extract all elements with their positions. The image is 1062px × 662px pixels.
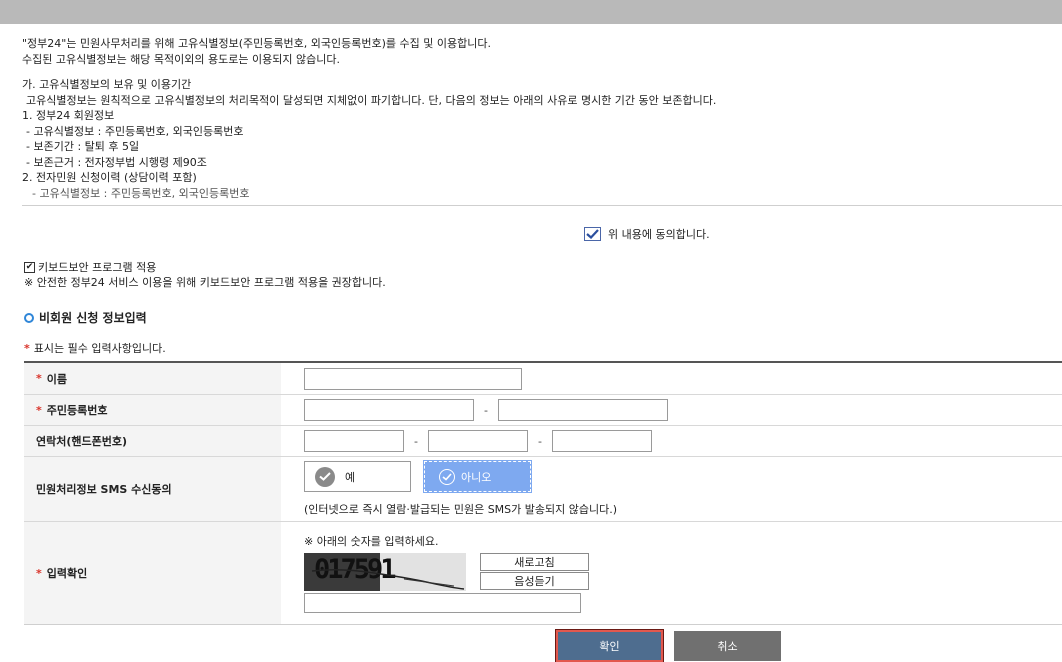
dash: -	[537, 434, 542, 448]
rrn-back-input[interactable]	[497, 399, 668, 421]
terms-line: "정부24"는 민원사무처리를 위해 고유식별정보(주민등록번호, 외국인등록번…	[22, 37, 491, 50]
terms-line: - 고유식별정보 : 주민등록번호, 외국인등록번호	[32, 186, 250, 200]
required-star-icon: *	[36, 403, 42, 417]
captcha-image: 017591	[304, 553, 466, 591]
phone-label: 연락처(핸드폰번호)	[24, 426, 281, 456]
required-star-icon: *	[36, 372, 42, 385]
sms-label: 민원처리정보 SMS 수신동의	[24, 457, 281, 521]
required-star-icon: *	[36, 566, 42, 580]
rrn-front-input[interactable]	[304, 399, 474, 421]
sms-yes-label: 예	[345, 470, 356, 484]
agree-checkbox-row[interactable]: 위 내용에 동의합니다.	[584, 226, 710, 242]
dash: -	[484, 403, 488, 417]
check-circle-icon	[439, 468, 455, 485]
terms-line: 고유식별정보는 원칙적으로 고유식별정보의 처리목적이 달성되면 지체없이 파기…	[26, 93, 717, 107]
terms-line: 수집된 고유식별정보는 해당 목적이외의 용도로는 이용되지 않습니다.	[22, 52, 340, 66]
agree-label: 위 내용에 동의합니다.	[608, 228, 710, 241]
terms-line: - 보존근거 : 전자정부법 시행령 제90조	[26, 155, 207, 169]
captcha-noise	[311, 568, 465, 590]
captcha-label: * 입력확인	[24, 522, 281, 624]
cancel-button[interactable]: 취소	[674, 631, 781, 661]
sms-note: (인터넷으로 즉시 열람·발급되는 민원은 SMS가 발송되지 않습니다.)	[304, 503, 618, 516]
sms-label-text: 민원처리정보 SMS 수신동의	[36, 483, 172, 496]
terms-line: 가. 고유식별정보의 보유 및 이용기간	[22, 78, 192, 91]
required-note-text: 표시는 필수 입력사항입니다.	[33, 342, 166, 355]
privacy-terms-box[interactable]: "정부24"는 민원사무처리를 위해 고유식별정보(주민등록번호, 외국인등록번…	[22, 36, 1062, 206]
captcha-label-text: 입력확인	[46, 567, 88, 580]
confirm-button[interactable]: 확인	[555, 629, 664, 662]
phone-part2-input[interactable]	[427, 430, 528, 452]
required-star-icon: *	[24, 341, 30, 355]
rrn-label: * 주민등록번호	[24, 395, 281, 425]
dash: -	[414, 434, 418, 448]
keyboard-security-checkbox-row[interactable]: ✔ 키보드보안 프로그램 적용	[24, 260, 386, 275]
keyboard-security-checkbox[interactable]: ✔	[24, 262, 35, 273]
phone-part3-input[interactable]	[551, 430, 652, 452]
captcha-refresh-button[interactable]: 새로고침	[480, 553, 589, 571]
terms-line: 1. 정부24 회원정보	[22, 109, 115, 122]
captcha-row: * 입력확인 ※ 아래의 숫자를 입력하세요. 017591 새로고침 음성듣기	[24, 522, 1062, 625]
rrn-row: * 주민등록번호 -	[24, 395, 1062, 426]
phone-row: 연락처(핸드폰번호) - -	[24, 426, 1062, 457]
phone-label-text: 연락처(핸드폰번호)	[36, 435, 128, 448]
name-input[interactable]	[304, 367, 522, 390]
sms-no-button[interactable]: 아니오	[423, 460, 532, 493]
required-note: * 표시는 필수 입력사항입니다.	[24, 340, 166, 356]
keyboard-security-note: ※ 안전한 정부24 서비스 이용을 위해 키보드보안 프로그램 적용을 권장합…	[24, 276, 386, 289]
phone-part1-input[interactable]	[304, 430, 404, 452]
sms-row: 민원처리정보 SMS 수신동의 예 아니오 (인터넷으로 즉시 열람·발급되는 …	[24, 457, 1062, 522]
terms-line: - 보존기간 : 탈퇴 후 5일	[26, 140, 140, 153]
sms-no-label: 아니오	[461, 470, 492, 484]
name-label: * 이름	[24, 363, 281, 394]
section-title: 비회원 신청 정보입력	[24, 309, 147, 326]
terms-line: 2. 전자민원 신청이력 (상담이력 포함)	[22, 171, 197, 184]
sms-yes-button[interactable]: 예	[304, 461, 411, 492]
name-label-text: 이름	[46, 372, 68, 386]
captcha-input[interactable]	[304, 593, 581, 613]
captcha-audio-button[interactable]: 음성듣기	[480, 572, 589, 590]
section-title-text: 비회원 신청 정보입력	[39, 311, 147, 325]
keyboard-security-label: 키보드보안 프로그램 적용	[38, 261, 157, 274]
application-form: * 이름 * 주민등록번호 - 연락처(핸드폰번호) - - 민원처리정보 SM…	[24, 361, 1062, 625]
agree-checkbox[interactable]	[584, 227, 601, 241]
form-actions: 확인 취소	[555, 629, 781, 662]
terms-line: - 고유식별정보 : 주민등록번호, 외국인등록번호	[26, 124, 244, 138]
name-row: * 이름	[24, 363, 1062, 395]
circle-bullet-icon	[24, 312, 34, 323]
captcha-hint: ※ 아래의 숫자를 입력하세요.	[304, 535, 439, 548]
keyboard-security: ✔ 키보드보안 프로그램 적용 ※ 안전한 정부24 서비스 이용을 위해 키보…	[24, 260, 386, 290]
check-circle-icon	[315, 466, 335, 487]
top-bar	[0, 0, 1062, 24]
rrn-label-text: 주민등록번호	[46, 404, 108, 417]
checkmark-icon	[586, 229, 599, 239]
